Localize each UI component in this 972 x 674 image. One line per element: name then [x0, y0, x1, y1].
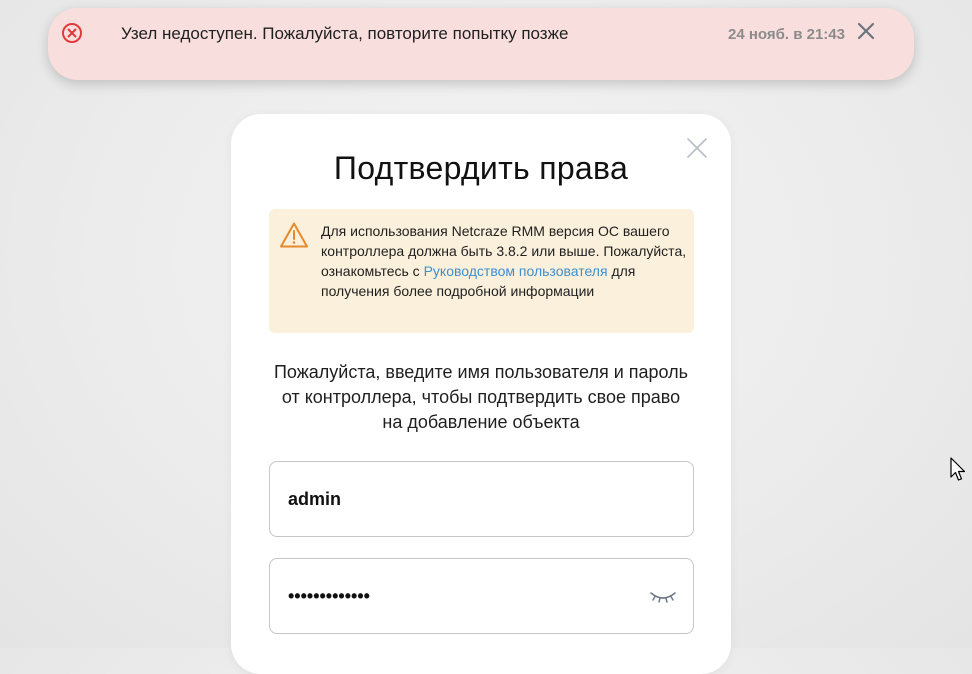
confirm-rights-dialog: Подтвердить права Для использования Netc… — [231, 114, 731, 674]
username-input[interactable] — [288, 462, 628, 536]
password-field[interactable] — [269, 558, 694, 634]
instructions-text: Пожалуйста, введите имя пользователя и п… — [273, 362, 689, 432]
toast-timestamp: 24 нояб. в 21:43 — [728, 26, 845, 43]
username-field[interactable] — [269, 461, 694, 537]
toast-message: Узел недоступен. Пожалуйста, повторите п… — [121, 24, 569, 43]
warning-banner: Для использования Netcraze RMM версия ОС… — [269, 209, 694, 333]
error-toast-container — [48, 8, 914, 80]
warning-text: Для использования Netcraze RMM версия ОС… — [321, 221, 691, 301]
dialog-title: Подтвердить права — [333, 150, 629, 186]
error-circle-icon — [62, 23, 82, 43]
eye-closed-icon[interactable] — [648, 587, 678, 607]
user-guide-link[interactable]: Руководством пользователя — [424, 263, 608, 279]
warning-triangle-icon — [280, 222, 308, 248]
close-icon[interactable] — [854, 19, 878, 43]
password-input[interactable] — [288, 559, 628, 633]
mouse-pointer-icon — [950, 457, 966, 481]
